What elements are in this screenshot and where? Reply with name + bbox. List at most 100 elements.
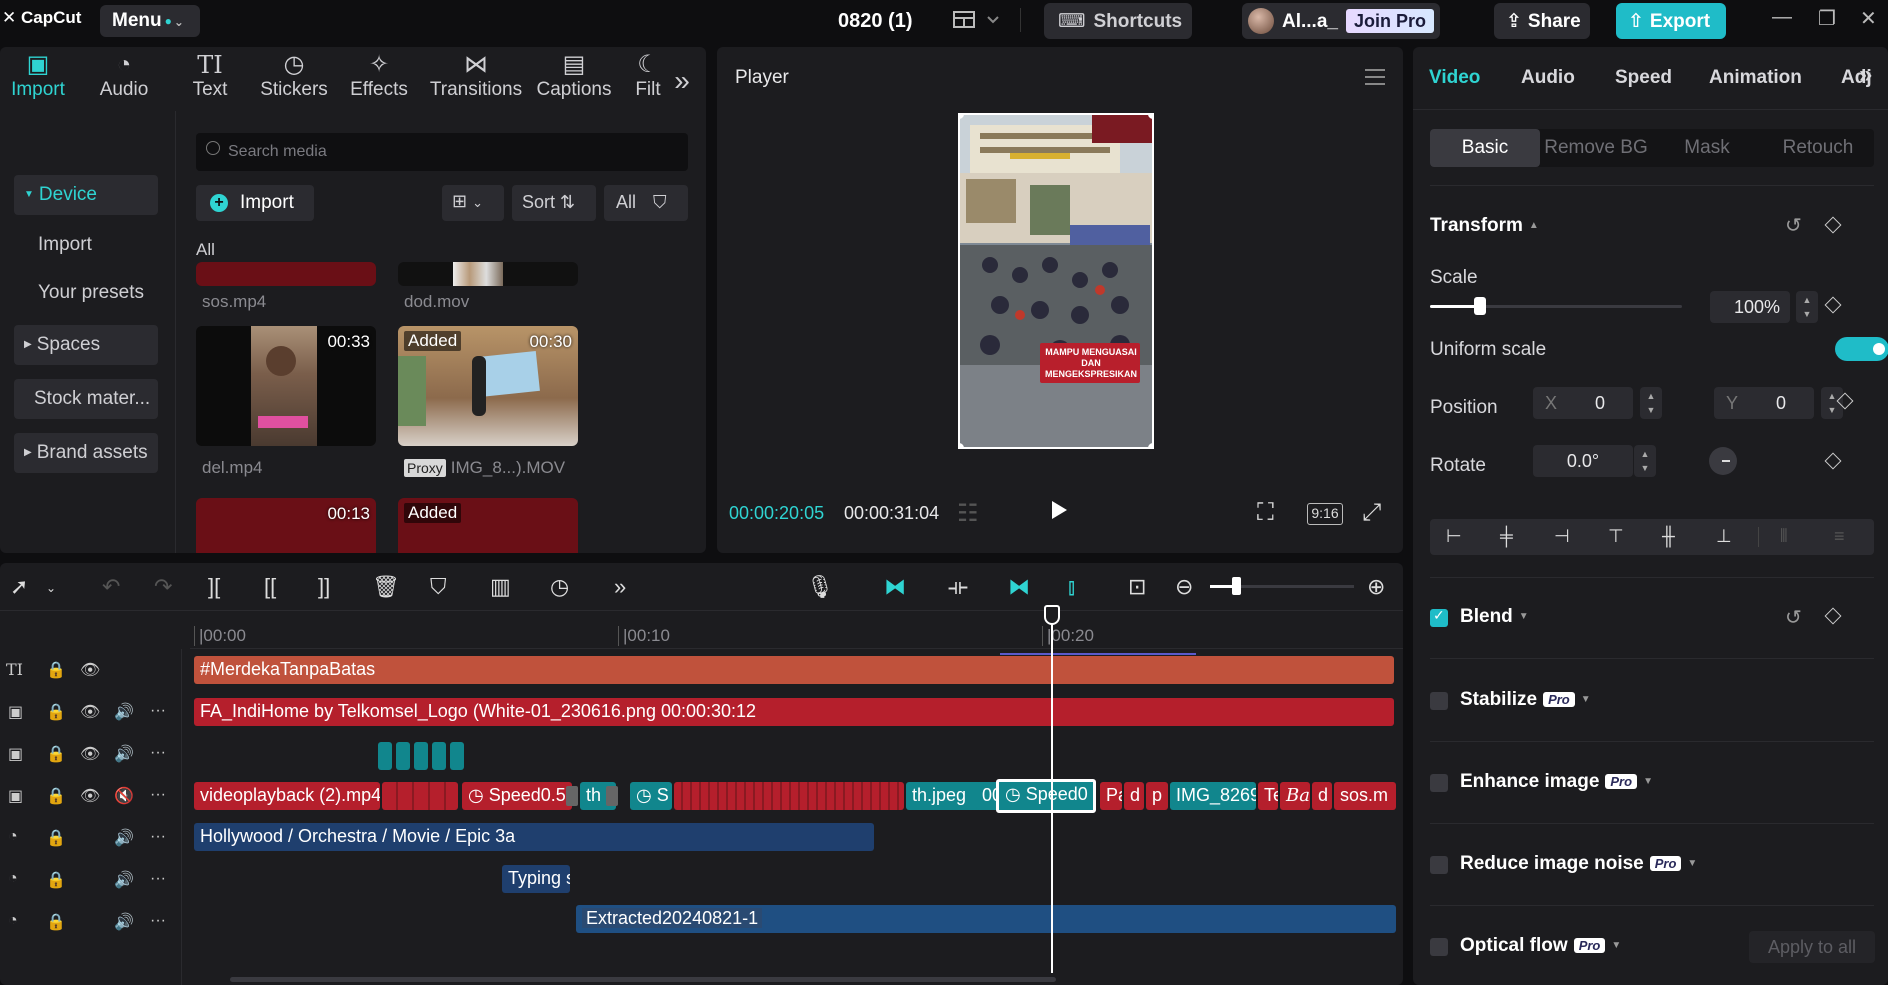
keyframe-icon[interactable] xyxy=(1824,452,1842,470)
split-icon[interactable]: ][ xyxy=(208,574,220,600)
main-track-clip[interactable] xyxy=(674,782,904,810)
align-top-icon[interactable]: ⊤ xyxy=(1608,526,1624,547)
layout-button[interactable] xyxy=(952,6,1002,34)
blend-title[interactable]: Blend ▼ xyxy=(1460,606,1529,628)
maximize-icon[interactable]: ❐ xyxy=(1818,6,1836,31)
more-icon[interactable]: ··· xyxy=(150,702,166,720)
sidebar-item-your-presets[interactable]: Your presets xyxy=(28,273,172,313)
tab-captions[interactable]: ▤ Captions xyxy=(534,51,614,101)
resize-handle[interactable] xyxy=(1148,443,1152,447)
media-thumbnail[interactable]: 00:33 xyxy=(196,326,376,446)
video-clip[interactable] xyxy=(450,742,464,770)
project-title[interactable]: 0820 (1) xyxy=(838,10,913,33)
tab-transitions[interactable]: ⋈ Transitions xyxy=(428,51,524,101)
main-track-clip[interactable]: ◷ S xyxy=(630,782,672,810)
undo-icon[interactable]: ↶ xyxy=(102,574,120,600)
scale-slider[interactable] xyxy=(1430,297,1682,315)
more-icon[interactable]: ··· xyxy=(150,828,166,846)
main-track-clip[interactable]: d xyxy=(1124,782,1144,810)
stabilize-checkbox[interactable] xyxy=(1430,692,1448,710)
lock-icon[interactable]: 🔒 xyxy=(46,870,66,890)
main-track-clip[interactable]: videoplayback (2).mp4 xyxy=(194,782,380,810)
reduce-noise-checkbox[interactable] xyxy=(1430,856,1448,874)
tab-video[interactable]: Video xyxy=(1429,67,1480,89)
microphone-icon[interactable]: 🎙 xyxy=(806,574,834,600)
lock-icon[interactable]: 🔒 xyxy=(46,912,66,932)
lock-icon[interactable]: 🔒 xyxy=(46,702,66,722)
tab-audio[interactable]: ◔ Audio xyxy=(92,51,156,101)
menu-button[interactable]: Menu ● ⌄ xyxy=(100,5,200,37)
sort-button[interactable]: Sort ⇅ xyxy=(512,185,596,221)
main-track-clip[interactable]: IMG_8269 xyxy=(1170,782,1256,810)
marker-icon[interactable]: ⛉ xyxy=(430,574,447,600)
enhance-image-checkbox[interactable] xyxy=(1430,774,1448,792)
main-track-clip[interactable]: Ba xyxy=(1280,782,1310,810)
speaker-icon[interactable]: 🔊 xyxy=(114,870,134,890)
split-right-icon[interactable]: ]] xyxy=(318,574,330,600)
share-button[interactable]: ⇪ Share xyxy=(1494,3,1590,39)
blend-checkbox[interactable] xyxy=(1430,607,1448,627)
optical-flow-checkbox[interactable] xyxy=(1430,938,1448,956)
delete-icon[interactable]: 🗑 xyxy=(372,574,400,600)
rotate-input[interactable]: 0.0° xyxy=(1533,445,1633,477)
audio-clip[interactable]: Typing s xyxy=(502,865,570,893)
tab-filters[interactable]: ☾ Filt xyxy=(632,51,664,101)
position-y-input[interactable]: Y0 xyxy=(1714,387,1814,419)
join-pro-button[interactable]: Join Pro xyxy=(1346,9,1434,33)
speaker-icon[interactable]: 🔊 xyxy=(114,912,134,932)
playhead-handle[interactable] xyxy=(1044,605,1060,625)
speed-icon[interactable]: ◷ xyxy=(550,574,569,600)
align-left-icon[interactable]: ⊢ xyxy=(1446,526,1462,547)
main-track-clip[interactable]: d xyxy=(1312,782,1332,810)
video-clip[interactable] xyxy=(414,742,428,770)
zoom-in-icon[interactable]: ⊕ xyxy=(1367,574,1385,600)
more-icon[interactable]: ··· xyxy=(150,744,166,762)
more-tools-icon[interactable]: » xyxy=(614,574,626,600)
redo-icon[interactable]: ↷ xyxy=(154,574,172,600)
speaker-icon[interactable]: 🔊 xyxy=(114,702,134,722)
subtab-remove-bg[interactable]: Remove BG xyxy=(1541,129,1651,167)
reset-icon[interactable]: ↺ xyxy=(1785,605,1802,630)
media-thumbnail[interactable] xyxy=(196,262,376,286)
lock-icon[interactable]: 🔒 xyxy=(46,786,66,806)
video-preview[interactable]: MAMPU MENGUASAI DAN MENGEKSPRESIKAN xyxy=(958,113,1154,449)
scale-slider-handle[interactable] xyxy=(1474,297,1487,315)
speaker-icon[interactable]: 🔊 xyxy=(114,828,134,848)
horizontal-scrollbar[interactable] xyxy=(230,977,1056,982)
import-button[interactable]: + Import xyxy=(196,185,314,221)
zoom-slider-handle[interactable] xyxy=(1231,577,1241,595)
zoom-out-icon[interactable]: ⊖ xyxy=(1175,574,1193,600)
tab-animation[interactable]: Animation xyxy=(1709,67,1802,89)
main-track-clip[interactable]: sos.m xyxy=(1334,782,1396,810)
tab-audio[interactable]: Audio xyxy=(1521,67,1575,89)
position-x-stepper[interactable]: ▲ ▼ xyxy=(1640,387,1662,419)
keyframe-icon[interactable] xyxy=(1824,607,1842,625)
audio-clip[interactable]: Hollywood / Orchestra / Movie / Epic 3a xyxy=(194,823,874,851)
more-tabs-icon[interactable]: » xyxy=(1859,61,1872,89)
scale-input[interactable]: 100% xyxy=(1710,291,1790,323)
close-icon[interactable]: ✕ xyxy=(1860,6,1877,31)
video-clip[interactable] xyxy=(432,742,446,770)
thumbnail-icon[interactable]: ⊡ xyxy=(1128,574,1146,600)
preview-axis-icon[interactable]: ⫾ xyxy=(1068,574,1075,600)
tab-stickers[interactable]: ◷ Stickers xyxy=(258,51,330,101)
play-button[interactable] xyxy=(1052,501,1067,519)
selected-clip[interactable]: ◷ Speed0 xyxy=(996,779,1096,813)
search-input[interactable]: Search media xyxy=(196,133,688,171)
reset-icon[interactable]: ↺ xyxy=(1785,213,1802,238)
transition-icon[interactable] xyxy=(566,786,578,806)
video-clip[interactable]: FA_IndiHome by Telkomsel_Logo (White-01_… xyxy=(194,698,1394,726)
align-center-h-icon[interactable]: ╪ xyxy=(1500,526,1513,547)
rotate-dial[interactable] xyxy=(1709,447,1737,475)
text-clip[interactable]: #MerdekaTanpaBatas xyxy=(194,656,1394,684)
audio-clip[interactable]: Extracted20240821-1 xyxy=(576,905,1396,933)
main-track-magnet-icon[interactable]: ⧓ xyxy=(884,574,906,600)
main-track-clip[interactable]: Te xyxy=(1258,782,1278,810)
freeze-icon[interactable]: ▥ xyxy=(490,574,511,600)
lock-icon[interactable]: 🔒 xyxy=(46,828,66,848)
sidebar-item-device[interactable]: ▼ Device xyxy=(14,175,158,215)
zoom-slider[interactable] xyxy=(1210,577,1354,595)
subtab-retouch[interactable]: Retouch xyxy=(1763,129,1873,167)
media-thumbnail[interactable]: Added xyxy=(398,498,578,553)
sidebar-item-spaces[interactable]: ▶ Spaces xyxy=(14,325,158,365)
